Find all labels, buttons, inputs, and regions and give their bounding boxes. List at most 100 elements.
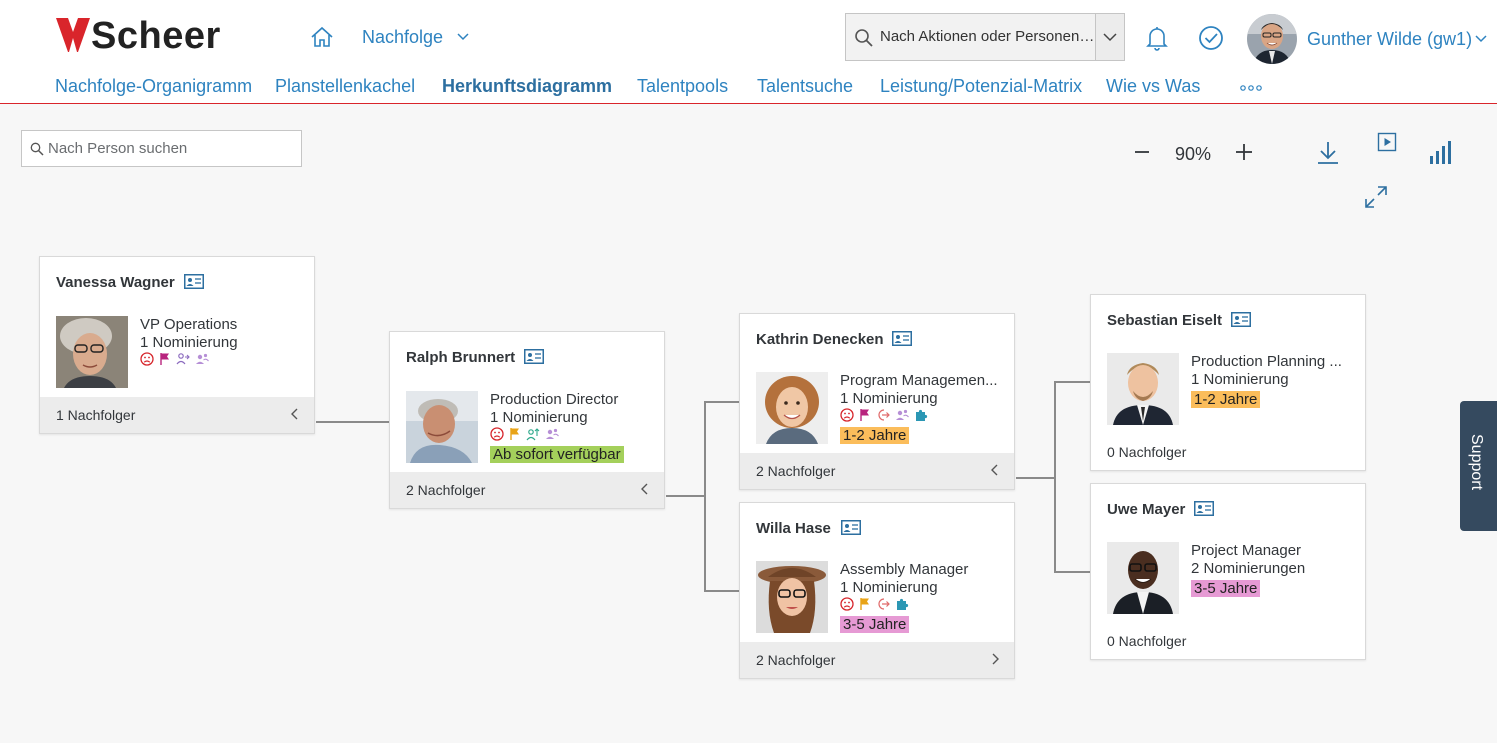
position-title: Project Manager: [1191, 542, 1302, 559]
card-footer[interactable]: 2 Nachfolger: [740, 642, 1014, 678]
more-tabs-icon[interactable]: [1240, 84, 1262, 92]
person-card-sebastian-eiselt[interactable]: Sebastian Eiselt Production Planning ...…: [1090, 294, 1366, 471]
person-card-vanessa-wagner[interactable]: Vanessa Wagner VP Operations 1 Nominieru…: [39, 256, 315, 434]
chevron-down-icon[interactable]: [1474, 32, 1488, 46]
zoom-out-icon[interactable]: [1133, 142, 1151, 162]
zoom-in-icon[interactable]: [1234, 142, 1254, 162]
global-search-value[interactable]: Nach Aktionen oder Personen ...: [880, 28, 1095, 45]
position-title: Production Director: [490, 391, 619, 408]
tab-nachfolge-organigramm[interactable]: Nachfolge-Organigramm: [55, 76, 252, 97]
readiness-badge: 1-2 Jahre: [1191, 391, 1261, 408]
presentation-play-icon[interactable]: [1377, 132, 1397, 152]
successor-count: 2 Nachfolger: [406, 482, 486, 498]
chevron-left-icon[interactable]: [990, 464, 1000, 476]
zoom-level: 90%: [1175, 144, 1212, 164]
position-title: Assembly Manager: [840, 561, 969, 578]
connector-line: [316, 421, 390, 423]
connector-line: [1016, 477, 1055, 479]
global-search-field[interactable]: Nach Aktionen oder Personen ...: [845, 13, 1125, 61]
connector-line: [1054, 381, 1056, 573]
person-photo: [1107, 542, 1179, 614]
connector-line: [666, 495, 705, 497]
tab-leistung-potenzial-matrix[interactable]: Leistung/Potenzial-Matrix: [880, 76, 1082, 97]
card-footer[interactable]: 2 Nachfolger: [390, 472, 664, 508]
bar-chart-icon[interactable]: [1429, 141, 1451, 165]
person-card-kathrin-denecken[interactable]: Kathrin Denecken Program Managemen... 1 …: [739, 313, 1015, 490]
flag-icon: [160, 353, 169, 365]
card-footer[interactable]: 2 Nachfolger: [740, 453, 1014, 489]
person-name[interactable]: Sebastian Eiselt: [1107, 312, 1222, 329]
successor-count: 1 Nachfolger: [56, 407, 136, 423]
person-photo: [56, 316, 128, 388]
scheer-logo[interactable]: Scheer: [56, 14, 242, 58]
user-name[interactable]: Gunther Wilde (gw1): [1307, 29, 1472, 50]
person-search-input[interactable]: [48, 131, 298, 166]
puzzle-icon: [916, 409, 928, 421]
tab-talentpools[interactable]: Talentpools: [637, 76, 728, 97]
person-card-uwe-mayer[interactable]: Uwe Mayer Project Manager 2 Nominierunge…: [1090, 483, 1366, 660]
vcard-icon[interactable]: [1194, 501, 1214, 516]
readiness-badge: 3-5 Jahre: [840, 616, 910, 633]
successor-count: 0 Nachfolger: [1107, 444, 1187, 460]
chevron-down-icon[interactable]: [456, 30, 470, 44]
vcard-icon[interactable]: [1231, 312, 1251, 327]
person-group-icon: [546, 428, 559, 439]
person-name[interactable]: Willa Hase: [756, 520, 831, 537]
person-photo: [756, 372, 828, 444]
person-card-willa-hase[interactable]: Willa Hase Assembly Manager 1 Nominierun…: [739, 502, 1015, 679]
exit-icon: [878, 598, 890, 610]
status-icons: [490, 427, 564, 441]
vcard-icon[interactable]: [184, 274, 204, 289]
person-group-icon: [896, 409, 909, 420]
fullscreen-expand-icon[interactable]: [1364, 185, 1388, 209]
person-photo: [1107, 353, 1179, 425]
chevron-right-icon[interactable]: [990, 653, 1000, 665]
connector-line: [704, 401, 740, 403]
person-up-icon: [526, 428, 540, 441]
bell-icon[interactable]: [1145, 25, 1169, 51]
chevron-left-icon[interactable]: [290, 408, 300, 420]
vcard-icon[interactable]: [841, 520, 861, 535]
flag-icon: [860, 409, 869, 421]
card-footer: 0 Nachfolger: [1091, 623, 1365, 659]
person-name[interactable]: Uwe Mayer: [1107, 501, 1185, 518]
readiness-badge: 1-2 Jahre: [840, 427, 910, 444]
person-card-ralph-brunnert[interactable]: Ralph Brunnert Production Director 1 Nom…: [389, 331, 665, 509]
vcard-icon[interactable]: [892, 331, 912, 346]
chevron-left-icon[interactable]: [640, 483, 650, 495]
tasks-check-icon[interactable]: [1198, 25, 1224, 51]
nomination-count: 1 Nominierung: [840, 390, 938, 407]
support-tab[interactable]: Support: [1460, 401, 1497, 531]
position-title: Production Planning ...: [1191, 353, 1342, 370]
sad-face-icon: [840, 597, 854, 611]
card-footer[interactable]: 1 Nachfolger: [40, 397, 314, 433]
nomination-count: 1 Nominierung: [140, 334, 238, 351]
shell-header: Scheer Nachfolge Nach Aktionen oder Pers…: [0, 0, 1497, 104]
tab-planstellenkachel[interactable]: Planstellenkachel: [275, 76, 415, 97]
search-dropdown-button[interactable]: [1095, 14, 1124, 60]
availability-badge: Ab sofort verfügbar: [490, 446, 624, 463]
tab-wie-vs-was[interactable]: Wie vs Was: [1106, 76, 1200, 97]
status-icons: [840, 408, 933, 422]
scheer-logo-mark-icon: [56, 18, 90, 52]
person-name[interactable]: Kathrin Denecken: [756, 331, 884, 348]
nomination-count: 1 Nominierung: [490, 409, 588, 426]
vcard-icon[interactable]: [524, 349, 544, 364]
connector-line: [1054, 571, 1091, 573]
tab-bar: Nachfolge-Organigramm Planstellenkachel …: [0, 74, 1497, 102]
tab-talentsuche[interactable]: Talentsuche: [757, 76, 853, 97]
person-photo: [406, 391, 478, 463]
flag-icon: [510, 428, 519, 440]
sad-face-icon: [840, 408, 854, 422]
home-icon[interactable]: [310, 25, 334, 49]
user-avatar[interactable]: [1247, 14, 1297, 64]
person-move-icon: [176, 353, 190, 365]
person-name[interactable]: Vanessa Wagner: [56, 274, 175, 291]
person-search-field[interactable]: [21, 130, 302, 167]
download-icon[interactable]: [1316, 140, 1340, 166]
tab-herkunftsdiagramm[interactable]: Herkunftsdiagramm: [442, 76, 612, 97]
flag-icon: [860, 598, 869, 610]
person-name[interactable]: Ralph Brunnert: [406, 349, 515, 366]
successor-count: 0 Nachfolger: [1107, 633, 1187, 649]
app-title[interactable]: Nachfolge: [362, 27, 443, 48]
